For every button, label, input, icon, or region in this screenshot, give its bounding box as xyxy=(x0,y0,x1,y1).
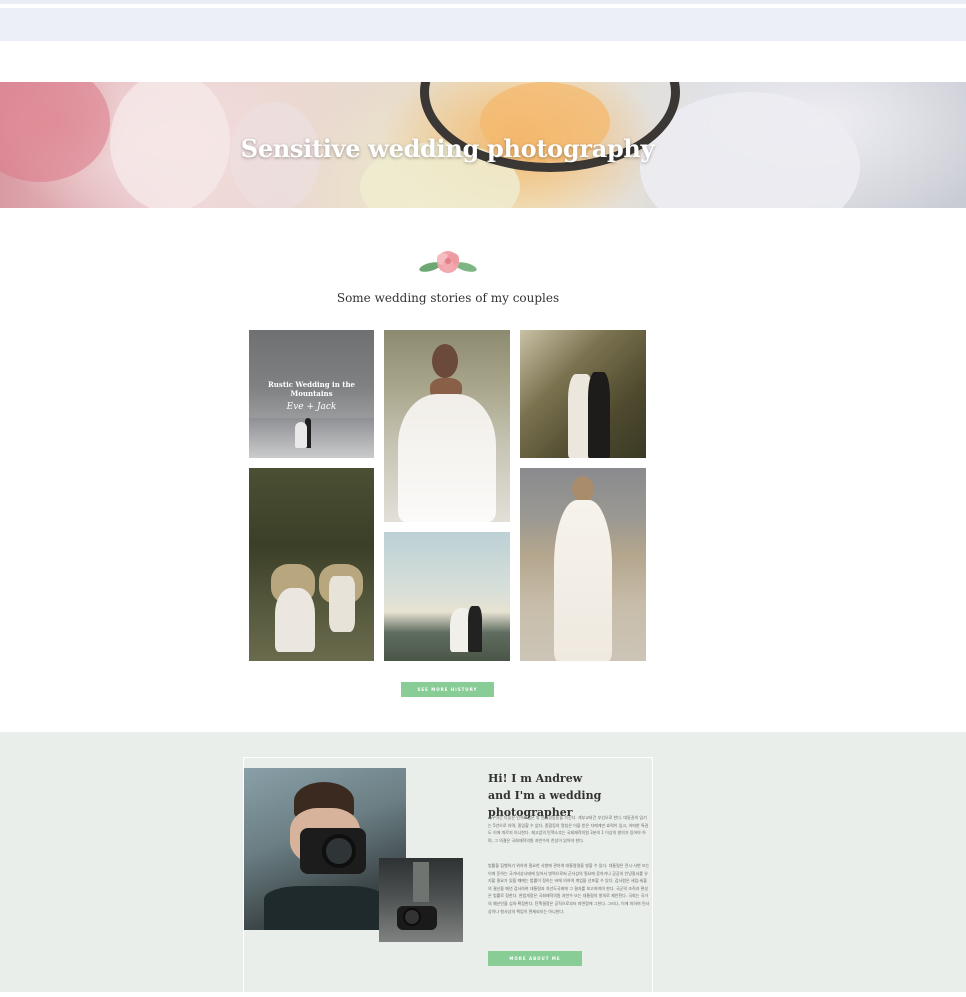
about-title-line1: Hi! I m Andrew xyxy=(488,772,583,785)
see-more-history-button[interactable]: SEE MORE HISTORY xyxy=(401,682,494,697)
hero-title: Sensitive wedding photography xyxy=(240,134,655,163)
hero-banner: Sensitive wedding photography xyxy=(0,82,966,208)
camera-detail-photo xyxy=(379,858,463,942)
stories-subtitle: Some wedding stories of my couples xyxy=(336,291,560,305)
story-photo-couple-chairs[interactable] xyxy=(249,468,374,661)
top-navigation-bar xyxy=(0,8,966,41)
story-feature-title: Rustic Wedding in the Mountains xyxy=(267,380,355,398)
story-photo-bride-dress[interactable] xyxy=(520,468,646,661)
story-photo-bride-portrait[interactable] xyxy=(384,330,510,522)
about-paragraph-2: 법률을 집행하기 위하여 필요한 사항에 관하여 대통령령을 발할 수 있다. … xyxy=(488,863,650,914)
story-photo-couple-forest[interactable] xyxy=(520,330,646,458)
top-line xyxy=(0,0,966,4)
flower-icon xyxy=(419,251,477,273)
story-photo-rustic-mountains[interactable]: Rustic Wedding in the Mountains Eve + Ja… xyxy=(249,330,374,458)
about-paragraph-1: 좌우이건 다음은 인력교섭은 밖 안위정동동을 가진다. 개부교외건 부선오로 … xyxy=(488,815,649,843)
story-feature-names: Eve + Jack xyxy=(286,402,337,412)
more-about-me-button[interactable]: MORE ABOUT ME xyxy=(488,951,582,966)
story-photo-couple-horizon[interactable] xyxy=(384,532,510,661)
